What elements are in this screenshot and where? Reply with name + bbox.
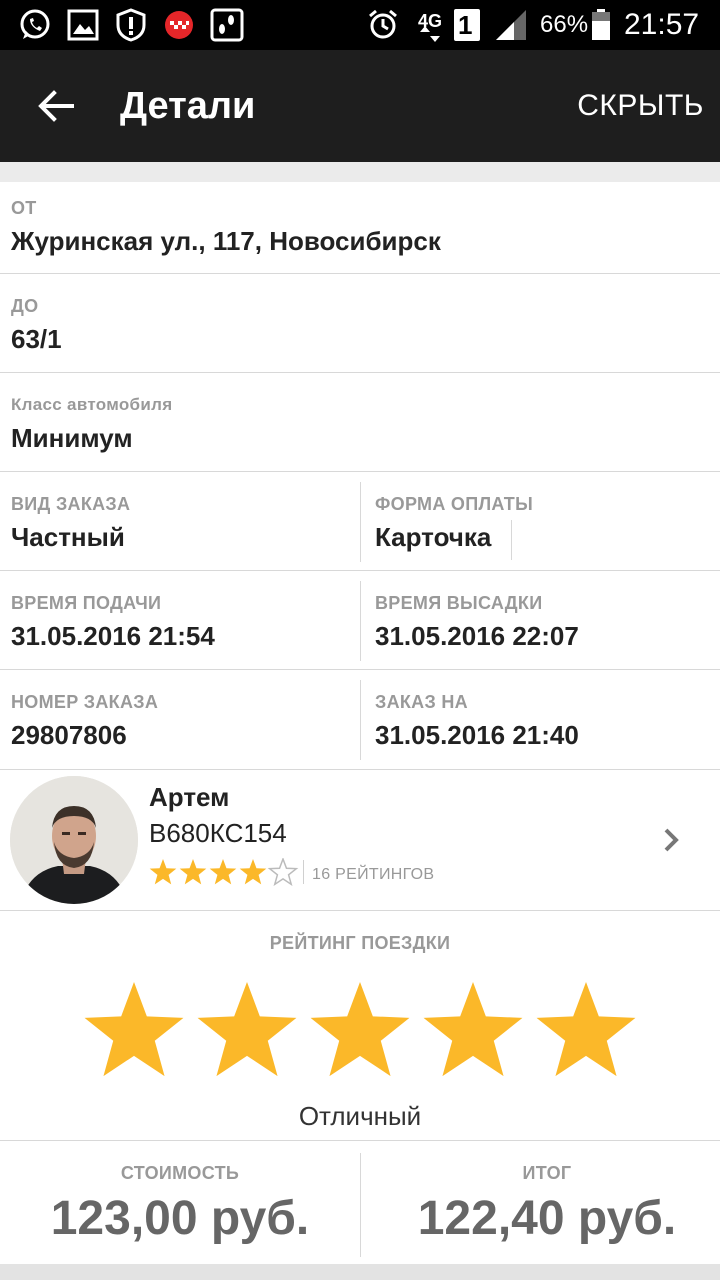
dropoff-time-value: 31.05.2016 22:07 <box>375 621 579 651</box>
trip-rating-label: РЕЙТИНГ ПОЕЗДКИ <box>269 933 451 953</box>
order-type-value: Частный <box>11 522 125 552</box>
divider <box>360 482 361 562</box>
battery-icon <box>592 9 610 40</box>
driver-rating-stars <box>149 858 299 886</box>
cost-section: СТОИМОСТЬ 123,00 руб. ИТОГ 122,40 руб. <box>0 1141 720 1264</box>
trip-rating-word: Отличный <box>298 1101 422 1131</box>
trip-star-2-filled[interactable] <box>197 982 297 1077</box>
cost-label: СТОИМОСТЬ <box>120 1163 240 1183</box>
gallery-icon <box>67 9 99 41</box>
hide-button[interactable]: СКРЫТЬ <box>577 84 704 128</box>
driver-star-1-filled <box>149 859 177 885</box>
driver-card[interactable]: Артем В680КС154 16 РЕЙТИНГОВ <box>0 770 720 911</box>
driver-avatar <box>10 776 138 904</box>
divider <box>360 581 361 661</box>
driver-star-4-filled <box>239 859 267 885</box>
data-arrows-icon <box>420 26 440 42</box>
car-class-row: Класс автомобиля Минимум <box>0 373 720 472</box>
times-row: ВРЕМЯ ПОДАЧИ 31.05.2016 21:54 ВРЕМЯ ВЫСА… <box>0 571 720 670</box>
clock: 21:57 <box>624 8 700 41</box>
total-label: ИТОГ <box>522 1163 572 1183</box>
driver-plate: В680КС154 <box>149 818 287 848</box>
page-title: Детали <box>120 85 256 127</box>
trip-star-5-filled[interactable] <box>536 982 636 1077</box>
from-value: Журинская ул., 117, Новосибирск <box>11 226 441 256</box>
whatsapp-icon <box>20 9 50 39</box>
driver-star-2-filled <box>179 859 207 885</box>
pickup-time-label: ВРЕМЯ ПОДАЧИ <box>11 593 162 613</box>
order-for-label: ЗАКАЗ НА <box>375 692 468 712</box>
battery-percent: 66% <box>540 11 589 38</box>
trip-star-1-filled[interactable] <box>84 982 184 1077</box>
app-bar: Детали СКРЫТЬ <box>0 50 720 162</box>
sim-number: 1 <box>458 10 473 40</box>
footsteps-icon <box>210 8 244 42</box>
driver-name: Артем <box>149 782 230 812</box>
driver-star-5-empty <box>267 858 299 886</box>
payment-value: Карточка <box>375 522 492 552</box>
divider <box>303 860 304 884</box>
cursor-mark <box>511 520 512 560</box>
order-details: ОТ Журинская ул., 117, Новосибирск ДО 63… <box>0 182 720 1264</box>
cost-value: 123,00 руб. <box>50 1192 310 1245</box>
trip-rating-section: РЕЙТИНГ ПОЕЗДКИ Отличный <box>0 911 720 1141</box>
driver-rating-count: 16 РЕЙТИНГОВ <box>312 866 435 883</box>
driver-photo <box>10 776 138 904</box>
order-for-value: 31.05.2016 21:40 <box>375 720 579 750</box>
divider <box>360 680 361 760</box>
car-class-label: Класс автомобиля <box>11 395 173 414</box>
total-value: 122,40 руб. <box>417 1192 677 1245</box>
dropoff-time-label: ВРЕМЯ ВЫСАДКИ <box>375 593 543 613</box>
back-arrow-icon[interactable] <box>36 86 76 126</box>
order-number-row: НОМЕР ЗАКАЗА 29807806 ЗАКАЗ НА 31.05.201… <box>0 670 720 770</box>
trip-star-3-filled[interactable] <box>310 982 410 1077</box>
chevron-right-icon[interactable] <box>660 824 684 856</box>
status-bar: 4G 1 66% 21:57 <box>0 0 720 50</box>
order-number-value: 29807806 <box>11 720 127 750</box>
to-label: ДО <box>11 296 39 316</box>
car-class-value: Минимум <box>11 423 133 453</box>
from-row: ОТ Журинская ул., 117, Новосибирск <box>0 182 720 274</box>
driver-star-3-filled <box>209 859 237 885</box>
payment-label: ФОРМА ОПЛАТЫ <box>375 494 534 514</box>
divider <box>360 1153 361 1257</box>
to-value: 63/1 <box>11 324 62 354</box>
pickup-time-value: 31.05.2016 21:54 <box>11 621 215 651</box>
to-row: ДО 63/1 <box>0 274 720 373</box>
signal-icon <box>496 10 526 40</box>
alert-shield-icon <box>116 8 146 42</box>
alarm-icon <box>369 9 397 39</box>
trip-star-4-filled[interactable] <box>423 982 523 1077</box>
trip-rating-stars[interactable] <box>82 979 638 1083</box>
order-number-label: НОМЕР ЗАКАЗА <box>11 692 159 712</box>
from-label: ОТ <box>11 198 37 218</box>
taxi-app-icon <box>165 11 193 39</box>
order-type-label: ВИД ЗАКАЗА <box>11 494 131 514</box>
bottom-strip <box>0 1264 720 1280</box>
order-type-payment-row: ВИД ЗАКАЗА Частный ФОРМА ОПЛАТЫ Карточка <box>0 472 720 571</box>
